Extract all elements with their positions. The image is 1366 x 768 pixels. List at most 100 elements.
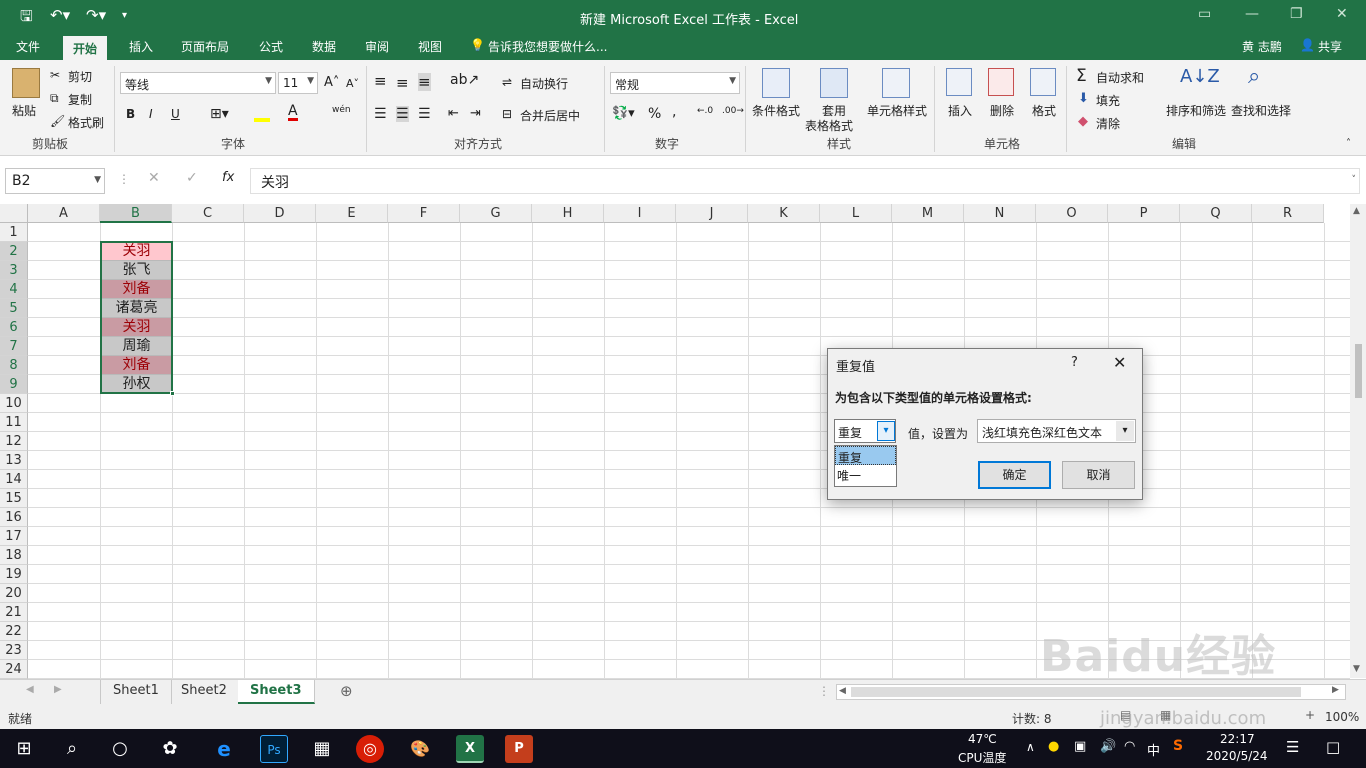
row-header-20[interactable]: 20: [0, 584, 28, 603]
row-header-3[interactable]: 3: [0, 261, 28, 280]
font-color-icon[interactable]: A: [288, 104, 298, 121]
collapse-ribbon-icon[interactable]: ˄: [1346, 138, 1351, 149]
zoom-level[interactable]: 100%: [1325, 710, 1359, 724]
conditional-formatting-button[interactable]: 条件格式: [752, 102, 800, 119]
sort-filter-icon[interactable]: A↓Z: [1180, 66, 1220, 87]
cut-button[interactable]: 剪切: [68, 68, 92, 85]
cell-styles-button[interactable]: 单元格样式: [867, 102, 927, 119]
cell-styles-icon[interactable]: [882, 68, 910, 98]
column-header-k[interactable]: K: [748, 204, 820, 223]
percent-icon[interactable]: %: [648, 106, 661, 122]
sheet-tab-1[interactable]: Sheet1: [100, 680, 172, 704]
insert-cells-icon[interactable]: [946, 68, 972, 96]
column-header-n[interactable]: N: [964, 204, 1036, 223]
column-header-q[interactable]: Q: [1180, 204, 1252, 223]
tab-view[interactable]: 视图: [418, 38, 442, 55]
calculator-icon[interactable]: ▦: [308, 735, 336, 763]
scroll-right-icon[interactable]: ▶: [1332, 685, 1339, 695]
share-button[interactable]: 共享: [1318, 38, 1342, 55]
column-header-r[interactable]: R: [1252, 204, 1324, 223]
cell-b8[interactable]: 刘备: [101, 356, 172, 375]
task-view-icon[interactable]: ○: [106, 735, 134, 763]
fill-button[interactable]: 填充: [1096, 92, 1120, 109]
maximize-button[interactable]: ❐: [1290, 6, 1303, 22]
font-name-combo[interactable]: 等线 ▼: [120, 72, 276, 94]
clear-button[interactable]: 清除: [1096, 115, 1120, 132]
column-header-l[interactable]: L: [820, 204, 892, 223]
customize-toolbar-icon[interactable]: ▾: [122, 10, 127, 21]
decrease-font-icon[interactable]: A˅: [346, 77, 359, 90]
save-icon[interactable]: 🖫: [20, 6, 33, 31]
underline-button[interactable]: U: [171, 107, 180, 121]
column-header-a[interactable]: A: [28, 204, 100, 223]
column-header-h[interactable]: H: [532, 204, 604, 223]
decrease-decimal-icon[interactable]: .00→: [722, 106, 744, 116]
tab-insert[interactable]: 插入: [129, 38, 153, 55]
format-cells-icon[interactable]: [1030, 68, 1056, 96]
comma-style-icon[interactable]: ,: [672, 104, 676, 120]
tab-page-layout[interactable]: 页面布局: [181, 38, 229, 55]
row-header-15[interactable]: 15: [0, 489, 28, 508]
chevron-down-icon[interactable]: ▾: [1116, 421, 1134, 441]
row-header-11[interactable]: 11: [0, 413, 28, 432]
orientation-icon[interactable]: ab↗: [450, 72, 479, 88]
dialog-close-icon[interactable]: ✕: [1113, 353, 1126, 372]
notification-icon[interactable]: ☰: [1286, 738, 1299, 756]
row-header-1[interactable]: 1: [0, 223, 28, 242]
format-as-table-icon[interactable]: [820, 68, 848, 98]
sheet-tab-3[interactable]: Sheet3: [238, 680, 315, 704]
column-header-o[interactable]: O: [1036, 204, 1108, 223]
row-header-4[interactable]: 4: [0, 280, 28, 299]
increase-indent-icon[interactable]: ⇥: [470, 106, 481, 121]
row-header-8[interactable]: 8: [0, 356, 28, 375]
row-header-24[interactable]: 24: [0, 660, 28, 679]
vertical-scrollbar[interactable]: ▲ ▼: [1350, 204, 1366, 678]
row-header-13[interactable]: 13: [0, 451, 28, 470]
redo-icon[interactable]: ↷▾: [86, 6, 106, 24]
ime-indicator[interactable]: 中: [1147, 740, 1160, 759]
cell-b4[interactable]: 刘备: [101, 280, 172, 299]
format-painter-button[interactable]: 格式刷: [68, 114, 104, 131]
scroll-thumb[interactable]: [1355, 344, 1362, 398]
align-middle-icon[interactable]: ≡: [396, 74, 409, 92]
ribbon-display-icon[interactable]: ▭: [1198, 6, 1211, 22]
chevron-down-icon[interactable]: ▾: [877, 421, 895, 441]
row-header-5[interactable]: 5: [0, 299, 28, 318]
cell-b6[interactable]: 关羽: [101, 318, 172, 337]
photoshop-icon[interactable]: Ps: [260, 735, 288, 763]
horizontal-scrollbar[interactable]: ◀: [836, 684, 1346, 700]
paste-button[interactable]: 粘贴: [12, 102, 36, 119]
scroll-down-icon[interactable]: ▼: [1353, 664, 1360, 674]
delete-cells-icon[interactable]: [988, 68, 1014, 96]
scroll-left-icon[interactable]: ◀: [839, 686, 846, 696]
align-bottom-icon[interactable]: ≡: [418, 73, 431, 91]
column-header-m[interactable]: M: [892, 204, 964, 223]
desktop-icon[interactable]: □: [1326, 738, 1340, 756]
close-button[interactable]: ✕: [1336, 6, 1348, 22]
tab-split-icon[interactable]: ⋮: [818, 684, 830, 698]
paint-app-icon[interactable]: 🎨: [406, 735, 434, 763]
powerpoint-icon[interactable]: P: [505, 735, 533, 763]
cell-b3[interactable]: 张飞: [101, 261, 172, 280]
tab-formulas[interactable]: 公式: [259, 38, 283, 55]
tab-home[interactable]: 开始: [63, 36, 108, 60]
minimize-button[interactable]: —: [1245, 6, 1259, 22]
row-header-10[interactable]: 10: [0, 394, 28, 413]
sogou-ime-icon[interactable]: S: [1173, 738, 1183, 754]
accounting-format-icon[interactable]: 💱▾: [612, 106, 635, 121]
align-top-icon[interactable]: ≡: [374, 72, 387, 90]
cell-b7[interactable]: 周瑜: [101, 337, 172, 356]
number-format-combo[interactable]: 常规 ▼: [610, 72, 740, 94]
merge-center-button[interactable]: 合并后居中: [520, 107, 580, 124]
find-select-icon[interactable]: ⌕: [1248, 64, 1260, 89]
column-header-b[interactable]: B: [100, 204, 172, 223]
excel-icon[interactable]: X: [456, 735, 484, 763]
column-header-e[interactable]: E: [316, 204, 388, 223]
wifi-icon[interactable]: ◠: [1124, 739, 1135, 754]
conditional-formatting-icon[interactable]: [762, 68, 790, 98]
fill-handle[interactable]: [170, 391, 175, 396]
column-header-d[interactable]: D: [244, 204, 316, 223]
row-header-21[interactable]: 21: [0, 603, 28, 622]
cell-b5[interactable]: 诸葛亮: [101, 299, 172, 318]
decrease-indent-icon[interactable]: ⇤: [448, 106, 459, 121]
